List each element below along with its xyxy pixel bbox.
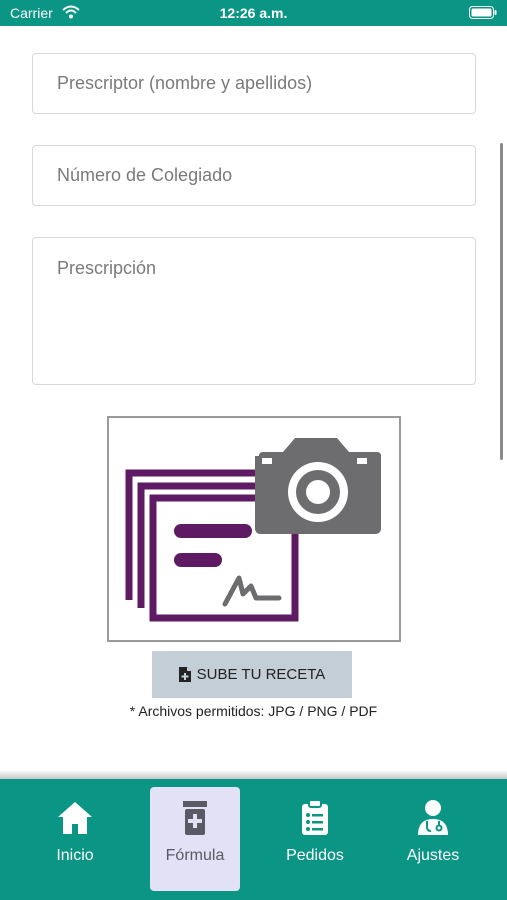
bottom-nav: Inicio Fórmula Pedidos Ajustes [0, 779, 507, 900]
doctor-icon [418, 800, 448, 835]
prescription-textarea[interactable]: Prescripción [32, 237, 476, 385]
upload-image-area[interactable] [107, 416, 401, 642]
status-bar: Carrier 12:26 a.m. [0, 0, 507, 26]
nav-label-formula: Fórmula [165, 847, 225, 864]
nav-item-formula[interactable]: Fórmula [150, 787, 240, 891]
nav-item-inicio[interactable]: Inicio [30, 787, 120, 891]
nav-label-ajustes: Ajustes [406, 847, 460, 864]
medicine-bottle-icon [183, 801, 207, 835]
file-plus-icon [178, 667, 191, 682]
license-number-input[interactable]: Número de Colegiado [32, 145, 476, 206]
nav-label-inicio: Inicio [56, 847, 94, 864]
scrollbar[interactable] [500, 143, 503, 460]
prescriber-placeholder: Prescriptor (nombre y apellidos) [57, 73, 313, 93]
license-number-placeholder: Número de Colegiado [57, 165, 233, 185]
prescriber-input[interactable]: Prescriptor (nombre y apellidos) [32, 53, 476, 114]
upload-prescription-button[interactable]: SUBE TU RECETA [152, 651, 352, 698]
clipboard-list-icon [302, 799, 328, 835]
status-time: 12:26 a.m. [219, 5, 288, 21]
prescription-camera-illustration [125, 438, 381, 622]
home-icon [58, 802, 92, 834]
nav-item-ajustes[interactable]: Ajustes [388, 787, 478, 891]
prescription-placeholder: Prescripción [57, 258, 157, 278]
nav-label-pedidos: Pedidos [286, 847, 344, 864]
battery-icon [469, 6, 497, 19]
upload-button-label: SUBE TU RECETA [196, 666, 326, 683]
allowed-files-note: * Archivos permitidos: JPG / PNG / PDF [129, 703, 378, 719]
nav-item-pedidos[interactable]: Pedidos [270, 787, 360, 891]
